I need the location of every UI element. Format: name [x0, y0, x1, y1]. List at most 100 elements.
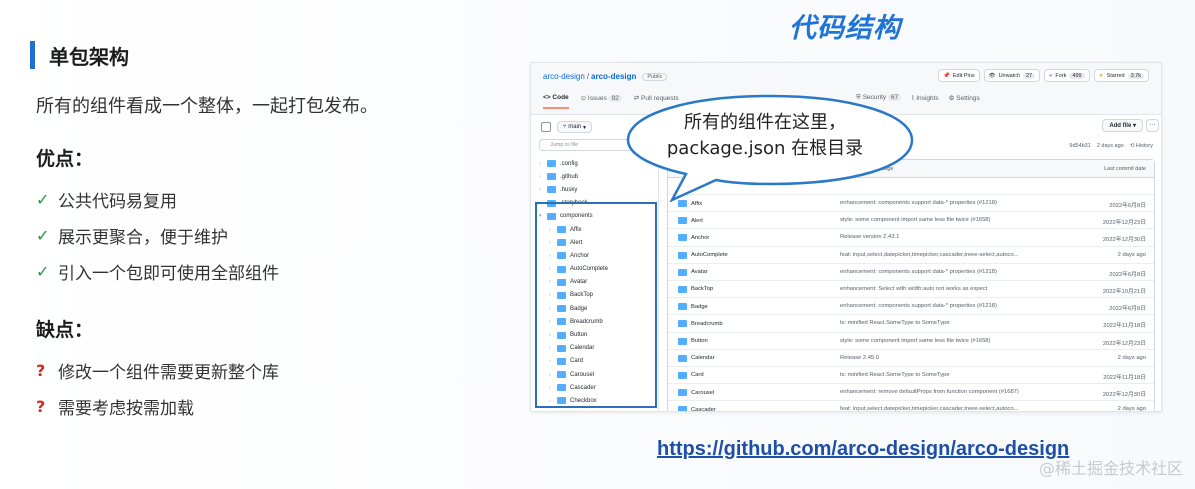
file-name-text: Carousel [691, 389, 715, 396]
more-options-button[interactable]: ··· [1146, 119, 1159, 132]
chevron-right-icon[interactable]: › [539, 161, 547, 167]
section-accent-bar [30, 41, 35, 69]
cons-item: ? 需要考虑按需加载 [36, 388, 490, 424]
file-name[interactable]: Avatar [678, 268, 708, 276]
file-name-text: Card [691, 372, 704, 379]
commit-message[interactable]: Release version 2.43.1 [840, 234, 899, 240]
file-name[interactable]: BackTop [678, 285, 713, 293]
commit-date: 2022年12月23日 [1102, 340, 1146, 347]
file-name[interactable]: Anchor [678, 234, 710, 242]
chevron-right-icon[interactable]: › [539, 187, 547, 193]
commit-date: 2022年10月21日 [1102, 288, 1146, 295]
commit-message[interactable]: enhancement: Select with width:auto not … [840, 286, 987, 292]
fork-label: Fork [1055, 72, 1067, 79]
code-icon: <> [543, 94, 553, 101]
file-name-text: Alert [691, 217, 703, 224]
commit-date: 2022年12月30日 [1102, 392, 1146, 399]
folder-icon [678, 337, 687, 345]
jump-placeholder: Jump to file [550, 142, 579, 148]
table-row[interactable]: Breadcrumb ts: minified React.SomeType to… [668, 315, 1154, 333]
cons-item-text: 需要考虑按需加载 [58, 398, 194, 419]
tab-issues[interactable]: ⊙ Issues 92 [581, 94, 622, 109]
table-row[interactable]: AutoComplete feat: input,select,datepicke… [668, 247, 1154, 264]
file-name[interactable]: Card [678, 371, 704, 379]
tree-item-label: .config [560, 160, 578, 167]
starred-button[interactable]: ★ Starred 3.7k [1093, 69, 1149, 82]
pros-item: ✓ 公共代码易复用 [36, 181, 490, 217]
question-icon: ? [36, 360, 46, 380]
commit-message[interactable]: ts: minified React.SomeType to SomeType [840, 320, 950, 326]
edit-pins-button[interactable]: 📌 Edit Pins [938, 69, 980, 82]
bubble-line-2: package.json 在根目录 [666, 138, 864, 159]
commit-message[interactable]: enhancement: components support data-* p… [840, 303, 997, 309]
file-name[interactable]: Carousel [678, 389, 715, 397]
repo-path: arco-design / arco-design Public [543, 72, 668, 81]
commit-message[interactable]: Release 2.45.0 [840, 355, 879, 361]
commit-date: 2022年12月30日 [1102, 237, 1146, 244]
file-name[interactable]: Badge [678, 303, 708, 311]
commit-message[interactable]: enhancement: components support data-* p… [840, 269, 997, 275]
file-name-text: Anchor [691, 234, 710, 241]
table-row[interactable]: Alert style: some component import same l… [668, 212, 1154, 230]
branch-selector[interactable]: ⑂ main ▾ [557, 121, 592, 133]
file-name[interactable]: Cascader [678, 406, 716, 411]
tab-issues-label: Issues [587, 95, 607, 102]
table-row[interactable]: Calendar Release 2.45.0 2 days ago [668, 350, 1154, 367]
section-title: 单包架构 [30, 40, 490, 70]
pros-list: ✓ 公共代码易复用 ✓ 展示更聚合，便于维护 ✓ 引入一个包即可使用全部组件 [36, 181, 490, 289]
repo-name-link[interactable]: arco-design [591, 72, 636, 81]
commit-date: 2 days ago [1117, 251, 1146, 258]
tree-item-label: .husky [560, 186, 578, 193]
file-name-text: Avatar [691, 269, 708, 276]
folder-icon [678, 268, 687, 276]
check-icon: ✓ [36, 189, 50, 209]
table-row[interactable]: Badge enhancement: components support dat… [668, 298, 1154, 316]
file-name-text: Badge [691, 303, 708, 310]
file-name[interactable]: Alert [678, 217, 703, 225]
file-name[interactable]: Button [678, 337, 708, 345]
commit-message[interactable]: feat: input,select,datepicker,timepicker… [840, 252, 1019, 258]
table-row[interactable]: Anchor Release version 2.43.1 2022年12月30日 [668, 229, 1154, 247]
file-name[interactable]: Calendar [678, 354, 715, 362]
add-file-label: Add file [1109, 122, 1132, 129]
table-row[interactable]: BackTop enhancement: Select with width:au… [668, 281, 1154, 299]
pros-item-text: 展示更聚合，便于维护 [58, 227, 228, 248]
latest-commit-info: 9d54b31 2 days ago ⟲ History [1069, 143, 1153, 149]
edit-pins-label: Edit Pins [952, 72, 975, 79]
tab-code[interactable]: <> Code [543, 94, 569, 109]
table-row[interactable]: Card ts: minified React.SomeType to SomeT… [668, 367, 1154, 385]
repo-owner-link[interactable]: arco-design [543, 72, 585, 81]
folder-icon [678, 217, 687, 225]
github-repo-link[interactable]: https://github.com/arco-design/arco-desi… [657, 438, 1069, 461]
fork-button[interactable]: ⑂ Fork 499 [1044, 69, 1090, 82]
commit-message[interactable]: ts: minified React.SomeType to SomeType [840, 372, 950, 378]
tab-code-label: Code [552, 94, 569, 101]
intro-text: 所有的组件看成一个整体，一起打包发布。 [36, 96, 378, 117]
chevron-right-icon[interactable]: › [539, 174, 547, 180]
fork-count: 499 [1069, 72, 1085, 79]
tab-settings[interactable]: ⚙ Settings [949, 94, 980, 102]
pros-item: ✓ 引入一个包即可使用全部组件 [36, 253, 490, 289]
table-row[interactable]: Button style: some component import same … [668, 333, 1154, 350]
commit-message[interactable]: style: some component import same less f… [840, 217, 990, 223]
unwatch-button[interactable]: 👁 Unwatch 27 [983, 69, 1041, 82]
commit-message[interactable]: style: some component import same less f… [840, 338, 990, 344]
history-label: History [1135, 143, 1153, 149]
table-row[interactable]: Carousel enhancement: remove defaultProps… [668, 384, 1154, 402]
folder-icon [678, 371, 687, 379]
file-name[interactable]: AutoComplete [678, 251, 728, 259]
commit-message[interactable]: feat: input,select,datepicker,timepicker… [840, 406, 1019, 411]
starred-label: Starred [1106, 72, 1125, 79]
table-row[interactable]: Avatar enhancement: components support da… [668, 264, 1154, 281]
tab-settings-label: Settings [956, 95, 980, 102]
add-file-button[interactable]: Add file ▾ [1102, 119, 1143, 132]
sidebar-toggle-icon[interactable] [541, 122, 551, 132]
history-link[interactable]: ⟲ History [1130, 143, 1153, 149]
commit-message[interactable]: enhancement: remove defaultProps from fu… [840, 389, 1019, 395]
file-name[interactable]: Breadcrumb [678, 320, 723, 328]
commit-hash[interactable]: 9d54b31 [1069, 143, 1090, 149]
branch-row: ⑂ main ▾ [541, 121, 592, 133]
file-name-text: AutoComplete [691, 252, 728, 259]
table-row[interactable]: Cascader feat: input,select,datepicker,ti… [668, 401, 1154, 411]
folder-icon [678, 354, 687, 362]
